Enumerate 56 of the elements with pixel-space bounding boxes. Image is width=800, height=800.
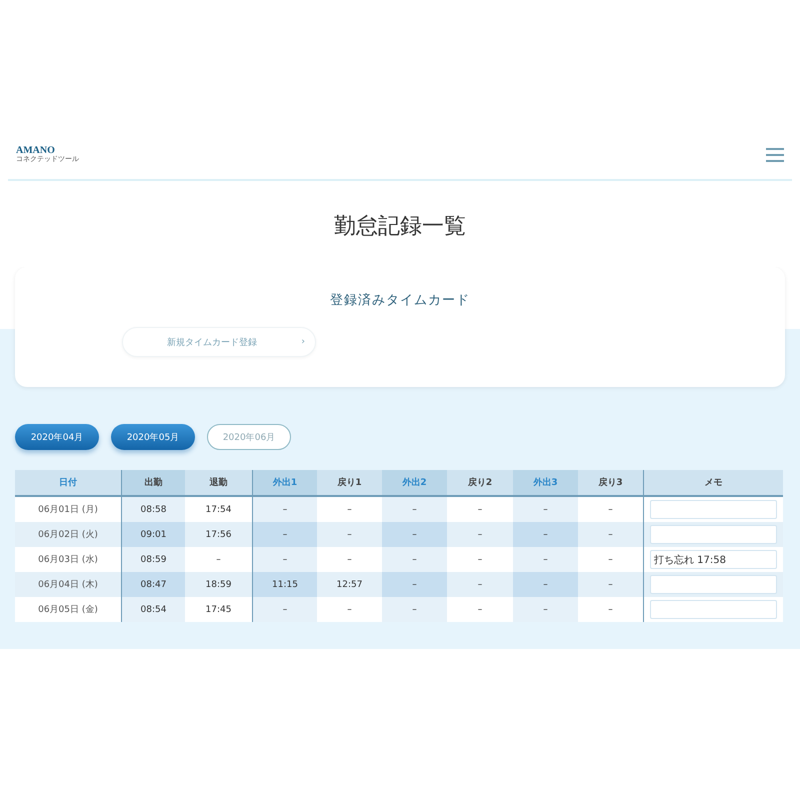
memo-field[interactable] [650,500,777,519]
time-cell: – [317,497,382,522]
new-timecard-button[interactable]: 新規タイムカード登録 › [122,327,316,357]
menu-icon[interactable] [766,148,784,162]
time-cell: – [185,547,252,572]
column-header: 戻り2 [447,470,513,497]
time-cell: – [578,522,643,547]
page-title: 勤怠記録一覧 [333,213,467,241]
time-cell: – [382,522,447,547]
column-header: 戻り3 [578,470,643,497]
time-cell: 17:54 [185,497,252,522]
memo-field[interactable]: 打ち忘れ 17:58 [650,550,777,569]
time-cell: – [447,497,513,522]
column-header: 日付 [15,470,121,497]
column-header: 外出1 [252,470,317,497]
time-cell: – [317,547,382,572]
date-cell: 06月01日 (月) [15,497,121,522]
date-cell: 06月02日 (火) [15,522,121,547]
time-cell: 11:15 [252,572,317,597]
time-cell: 12:57 [317,572,382,597]
time-cell: 18:59 [185,572,252,597]
time-cell: – [578,497,643,522]
column-header: 外出2 [382,470,447,497]
month-tab[interactable]: 2020年04月 [15,424,99,450]
time-cell: 17:56 [185,522,252,547]
logo-text: AMANO [16,146,55,156]
memo-field[interactable] [650,600,777,619]
date-cell: 06月03日 (水) [15,547,121,572]
memo-field[interactable] [650,575,777,594]
time-cell: – [447,547,513,572]
month-tab[interactable]: 2020年06月 [207,424,291,450]
month-tab[interactable]: 2020年05月 [111,424,195,450]
column-header: 戻り1 [317,470,382,497]
time-cell: – [513,572,578,597]
column-header: 退勤 [185,470,252,497]
time-cell: – [447,572,513,597]
time-cell: – [578,572,643,597]
card-title: 登録済みタイムカード [330,292,470,309]
time-cell: – [578,547,643,572]
time-cell: 08:47 [121,572,185,597]
time-cell: – [382,572,447,597]
time-cell: 09:01 [121,522,185,547]
time-cell: – [317,597,382,622]
time-cell: – [447,597,513,622]
time-cell: – [317,522,382,547]
memo-field[interactable] [650,525,777,544]
time-cell: – [578,597,643,622]
date-cell: 06月05日 (金) [15,597,121,622]
column-header: 外出3 [513,470,578,497]
date-cell: 06月04日 (木) [15,572,121,597]
time-cell: – [513,522,578,547]
time-cell: – [252,522,317,547]
column-header: メモ [643,470,783,497]
time-cell: 17:45 [185,597,252,622]
column-header: 出勤 [121,470,185,497]
time-cell: – [447,522,513,547]
